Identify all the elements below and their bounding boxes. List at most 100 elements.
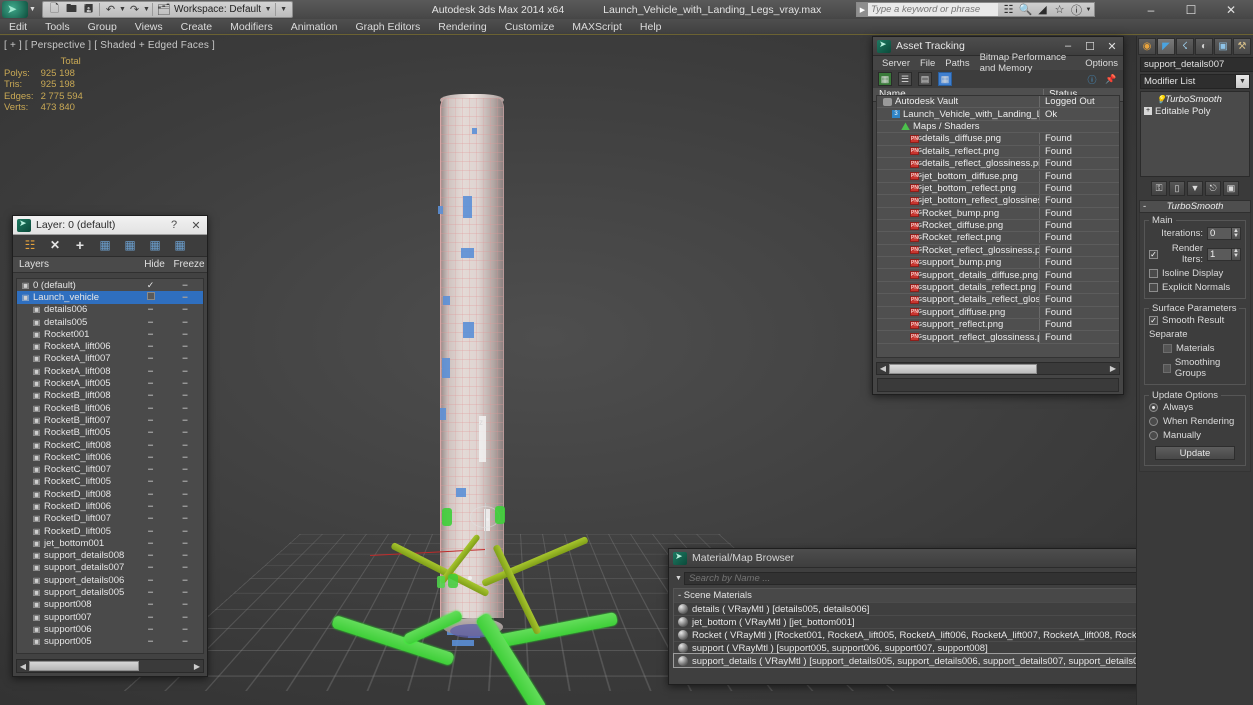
iterations-spinner[interactable]: ▲▼ xyxy=(1207,227,1241,240)
layer-hide-cell[interactable]: ━ xyxy=(134,539,167,548)
menu-item-views[interactable]: Views xyxy=(126,19,172,35)
select-highlighted-objects-icon[interactable]: ▦ xyxy=(123,238,137,253)
material-search-input[interactable] xyxy=(684,571,1201,585)
layer-hide-cell[interactable]: ━ xyxy=(134,527,167,536)
layer-hide-cell[interactable]: ━ xyxy=(134,318,167,327)
asset-row[interactable]: PNGsupport_reflect_glossiness.pngFound xyxy=(877,331,1119,344)
asset-row[interactable]: PNG details_diffuse.png Found xyxy=(877,133,1119,146)
layer-row[interactable]: ▣ RocketC_lift006 ━ ━ xyxy=(17,451,203,463)
asset-row[interactable]: PNG support_details_reflect.png Found xyxy=(877,282,1119,295)
layer-hide-cell[interactable]: ━ xyxy=(134,342,167,351)
layer-hide-cell[interactable]: ━ xyxy=(134,563,167,572)
set-project-folder-icon[interactable]: 🗂 xyxy=(155,2,172,17)
update-option-manually[interactable]: Manually xyxy=(1149,430,1241,441)
help-icon[interactable]: ⓘ xyxy=(1085,72,1099,86)
layer-row[interactable]: ▣ RocketA_lift007 ━ ━ xyxy=(17,353,203,365)
open-file-icon[interactable]: 🖿 xyxy=(63,2,80,17)
modifier-stack-item[interactable]: + Editable Poly xyxy=(1142,105,1248,117)
layer-hide-cell[interactable]: ━ xyxy=(134,305,167,314)
lightbulb-icon[interactable]: 💡 xyxy=(1156,95,1166,104)
select-objects-in-layer-icon[interactable]: ▦ xyxy=(98,238,112,253)
render-iters-spinner[interactable]: ▲▼ xyxy=(1207,247,1241,261)
material-rows[interactable]: details ( VRayMtl ) [details005, details… xyxy=(673,602,1201,668)
layer-hide-cell[interactable]: ━ xyxy=(134,367,167,376)
layer-row[interactable]: ▣ RocketB_lift005 ━ ━ xyxy=(17,427,203,439)
filter-icon[interactable]: ◢ xyxy=(1034,3,1051,16)
create-tab-icon[interactable]: ◉ xyxy=(1138,37,1156,55)
layer-freeze-cell[interactable]: ━ xyxy=(167,441,203,450)
material-row[interactable]: Rocket ( VRayMtl ) [Rocket001, RocketA_l… xyxy=(674,628,1200,641)
layer-freeze-cell[interactable]: ━ xyxy=(167,465,203,474)
scroll-left-icon[interactable]: ◀ xyxy=(877,364,889,373)
asset-menu-bitmap[interactable]: Bitmap Performance and Memory xyxy=(975,52,1081,74)
asset-row[interactable]: PNG support_reflect.png Found xyxy=(877,319,1119,332)
scroll-thumb[interactable] xyxy=(29,661,139,671)
menu-item-rendering[interactable]: Rendering xyxy=(429,19,495,35)
scroll-right-icon[interactable]: ▶ xyxy=(191,662,203,671)
save-file-icon[interactable]: 🖪 xyxy=(80,2,97,17)
asset-row[interactable]: PNGsupport_details_reflect_glossiness.pn… xyxy=(877,294,1119,307)
menu-item-group[interactable]: Group xyxy=(79,19,126,35)
asset-menu-file[interactable]: File xyxy=(915,58,940,69)
layer-row[interactable]: ▣ Launch_vehicle ━ xyxy=(17,291,203,304)
asset-row[interactable]: PNG Rocket_reflect.png Found xyxy=(877,232,1119,245)
radio-icon[interactable] xyxy=(1149,431,1158,440)
smooth-result-row[interactable]: ✓ Smooth Result xyxy=(1149,315,1241,326)
modify-tab-icon[interactable]: ◤ xyxy=(1157,37,1175,55)
scroll-left-icon[interactable]: ◀ xyxy=(17,662,29,671)
asset-menu-paths[interactable]: Paths xyxy=(940,58,974,69)
layer-freeze-cell[interactable]: ━ xyxy=(167,281,203,290)
layer-row[interactable]: ▣ support_details006 ━ ━ xyxy=(17,574,203,586)
radio-icon[interactable] xyxy=(1149,417,1158,426)
asset-menu-server[interactable]: Server xyxy=(877,58,915,69)
minimize-button[interactable]: – xyxy=(1131,0,1171,19)
layer-hide-cell[interactable]: ━ xyxy=(134,453,167,462)
separate-smoothing-checkbox[interactable] xyxy=(1163,363,1171,373)
layer-freeze-cell[interactable]: ━ xyxy=(167,428,203,437)
qat-overflow-icon[interactable]: ▼ xyxy=(278,2,289,17)
layer-row[interactable]: ▣ Rocket001 ━ ━ xyxy=(17,328,203,340)
update-option-when-rendering[interactable]: When Rendering xyxy=(1149,416,1241,427)
layer-hide-cell[interactable]: ━ xyxy=(134,490,167,499)
material-row[interactable]: details ( VRayMtl ) [details005, details… xyxy=(674,602,1200,615)
explicit-normals-row[interactable]: Explicit Normals xyxy=(1149,282,1241,293)
highlight-selected-objects-icon[interactable]: ▦ xyxy=(148,238,162,253)
layer-hide-cell[interactable]: ━ xyxy=(134,379,167,388)
layer-hide-cell[interactable]: ━ xyxy=(134,625,167,634)
layer-help-button[interactable]: ? xyxy=(163,219,185,231)
redo-icon[interactable]: ↷ xyxy=(126,2,143,17)
magnifier-icon[interactable]: 🔍 xyxy=(1017,3,1034,16)
layer-freeze-cell[interactable]: ━ xyxy=(167,576,203,585)
pin-icon[interactable]: 📌 xyxy=(1104,72,1118,86)
search-expand-icon[interactable]: ▶ xyxy=(857,3,868,16)
layer-freeze-cell[interactable]: ━ xyxy=(167,305,203,314)
layer-hide-cell[interactable]: ━ xyxy=(134,576,167,585)
layer-hide-cell[interactable]: ━ xyxy=(134,600,167,609)
chevron-down-icon[interactable]: ▼ xyxy=(673,575,684,582)
pin-stack-icon[interactable]: ⚿ xyxy=(1151,180,1167,196)
layer-freeze-cell[interactable]: ━ xyxy=(167,391,203,400)
update-options-radios[interactable]: Always When Rendering Manually xyxy=(1149,402,1241,441)
layer-freeze-cell[interactable]: ━ xyxy=(167,367,203,376)
layer-row[interactable]: ▣ jet_bottom001 ━ ━ xyxy=(17,537,203,549)
asset-row[interactable]: PNG support_details_diffuse.png Found xyxy=(877,269,1119,282)
layer-hide-cell[interactable]: ━ xyxy=(134,354,167,363)
layer-close-button[interactable]: ✕ xyxy=(185,219,207,232)
layer-row[interactable]: ▣ RocketB_lift006 ━ ━ xyxy=(17,402,203,414)
layer-hide-cell[interactable]: ━ xyxy=(134,330,167,339)
layer-row[interactable]: ▣ 0 (default) ✓ ━ xyxy=(17,279,203,291)
layer-freeze-cell[interactable]: ━ xyxy=(167,502,203,511)
material-row[interactable]: jet_bottom ( VRayMtl ) [jet_bottom001] xyxy=(674,615,1200,628)
redo-dropdown-icon[interactable]: ▼ xyxy=(143,2,150,17)
menu-item-create[interactable]: Create xyxy=(172,19,222,35)
layer-freeze-cell[interactable]: ━ xyxy=(167,342,203,351)
application-menu-chevron-icon[interactable]: ▼ xyxy=(29,6,38,13)
asset-row[interactable]: Maps / Shaders xyxy=(877,121,1119,134)
layer-row[interactable]: ▣ RocketB_lift008 ━ ━ xyxy=(17,390,203,402)
layer-row[interactable]: ▣ RocketA_lift008 ━ ━ xyxy=(17,365,203,377)
path-view-icon[interactable]: ▤ xyxy=(918,72,932,86)
layer-row[interactable]: ▣ RocketD_lift005 ━ ━ xyxy=(17,525,203,537)
layer-list[interactable]: ▣ 0 (default) ✓ ━ ▣ Launch_vehicle ━ ▣ details00… xyxy=(16,278,204,654)
undo-icon[interactable]: ↶ xyxy=(102,2,119,17)
close-button[interactable]: ✕ xyxy=(1211,0,1251,19)
